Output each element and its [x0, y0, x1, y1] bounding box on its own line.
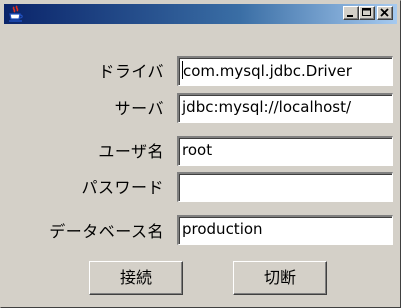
title-bar[interactable]	[4, 4, 397, 24]
server-input[interactable]: jdbc:mysql://localhost/	[177, 93, 393, 123]
server-label: サーバ	[114, 99, 164, 118]
password-label: パスワード	[81, 178, 164, 197]
database-input[interactable]: production	[177, 215, 393, 245]
disconnect-button[interactable]: 切断	[233, 261, 327, 295]
database-value: production	[182, 220, 263, 238]
driver-input[interactable]: com.mysql.jdbc.Driver	[177, 56, 393, 86]
minimize-icon	[347, 15, 353, 17]
driver-value: com.mysql.jdbc.Driver	[183, 62, 352, 80]
maximize-icon	[362, 8, 371, 16]
connect-button[interactable]: 接続	[89, 261, 183, 295]
password-input[interactable]	[177, 172, 393, 202]
app-window: ドライバ com.mysql.jdbc.Driver サーバ jdbc:mysq…	[0, 0, 401, 308]
database-label: データベース名	[49, 222, 164, 241]
close-icon	[380, 8, 389, 17]
driver-label: ドライバ	[98, 62, 164, 81]
user-label: ユーザ名	[98, 142, 164, 161]
maximize-button[interactable]	[359, 6, 375, 20]
close-button[interactable]	[377, 6, 393, 20]
minimize-button[interactable]	[343, 6, 359, 20]
java-coffee-cup-icon[interactable]	[7, 5, 25, 23]
user-value: root	[182, 141, 213, 159]
server-value: jdbc:mysql://localhost/	[182, 98, 352, 116]
user-input[interactable]: root	[177, 136, 393, 166]
